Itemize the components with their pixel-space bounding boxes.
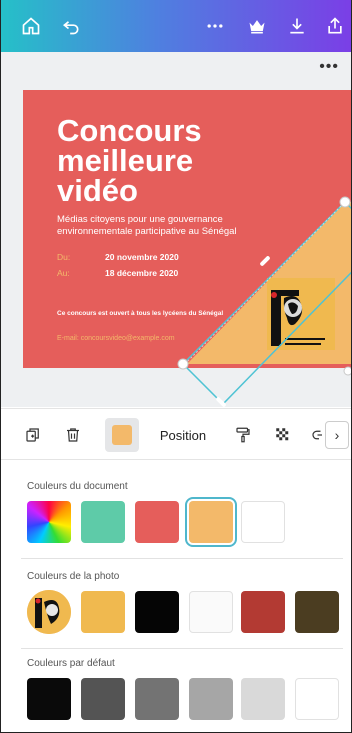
default-color-swatch[interactable] bbox=[241, 678, 285, 720]
document-color-swatch[interactable] bbox=[81, 501, 125, 543]
default-colors-title: Couleurs par défaut bbox=[27, 658, 115, 669]
top-bar bbox=[1, 0, 351, 52]
document-color-swatch-selected[interactable] bbox=[185, 497, 237, 547]
transparency-icon[interactable] bbox=[271, 419, 295, 451]
current-color-swatch bbox=[112, 425, 132, 445]
photo-color-swatch[interactable] bbox=[135, 591, 179, 633]
home-icon[interactable] bbox=[19, 14, 43, 38]
default-color-swatch[interactable] bbox=[81, 678, 125, 720]
document-colors-title: Couleurs du document bbox=[27, 481, 128, 492]
position-button[interactable]: Position bbox=[153, 419, 213, 451]
section-divider bbox=[21, 648, 343, 649]
section-divider bbox=[21, 558, 343, 559]
color-button[interactable] bbox=[105, 418, 139, 452]
document-color-swatch[interactable] bbox=[241, 501, 285, 543]
design-canvas[interactable]: ••• Concours meilleure vidéo Médias cito… bbox=[1, 52, 352, 407]
download-icon[interactable] bbox=[285, 14, 309, 38]
document-color-swatch[interactable] bbox=[135, 501, 179, 543]
photo-thumbnail[interactable] bbox=[27, 590, 71, 634]
element-toolbar: Position › bbox=[1, 408, 351, 460]
app-window: ••• Concours meilleure vidéo Médias cito… bbox=[0, 0, 352, 733]
duplicate-icon[interactable] bbox=[21, 419, 45, 451]
default-color-swatch[interactable] bbox=[189, 678, 233, 720]
trash-icon[interactable] bbox=[61, 419, 85, 451]
color-picker-rainbow[interactable] bbox=[27, 501, 71, 543]
share-icon[interactable] bbox=[323, 14, 347, 38]
design-eligibility-note[interactable]: Ce concours est ouvert à tous les lycéen… bbox=[57, 310, 223, 318]
design-email[interactable]: E-mail: concoursvideo@example.com bbox=[57, 335, 175, 342]
toolbar-next-button[interactable]: › bbox=[325, 421, 349, 449]
undo-icon[interactable] bbox=[59, 14, 83, 38]
photo-colors-title: Couleurs de la photo bbox=[27, 571, 120, 582]
photo-color-swatch[interactable] bbox=[189, 591, 233, 633]
selected-shape[interactable] bbox=[1, 52, 352, 407]
more-icon[interactable] bbox=[203, 14, 227, 38]
photo-color-swatch[interactable] bbox=[241, 591, 285, 633]
default-color-swatch[interactable] bbox=[295, 678, 339, 720]
default-color-swatch[interactable] bbox=[27, 678, 71, 720]
photo-color-swatch[interactable] bbox=[295, 591, 339, 633]
photo-color-swatch[interactable] bbox=[81, 591, 125, 633]
paint-roller-icon[interactable] bbox=[231, 419, 255, 451]
crown-icon[interactable] bbox=[245, 14, 269, 38]
default-color-swatch[interactable] bbox=[135, 678, 179, 720]
